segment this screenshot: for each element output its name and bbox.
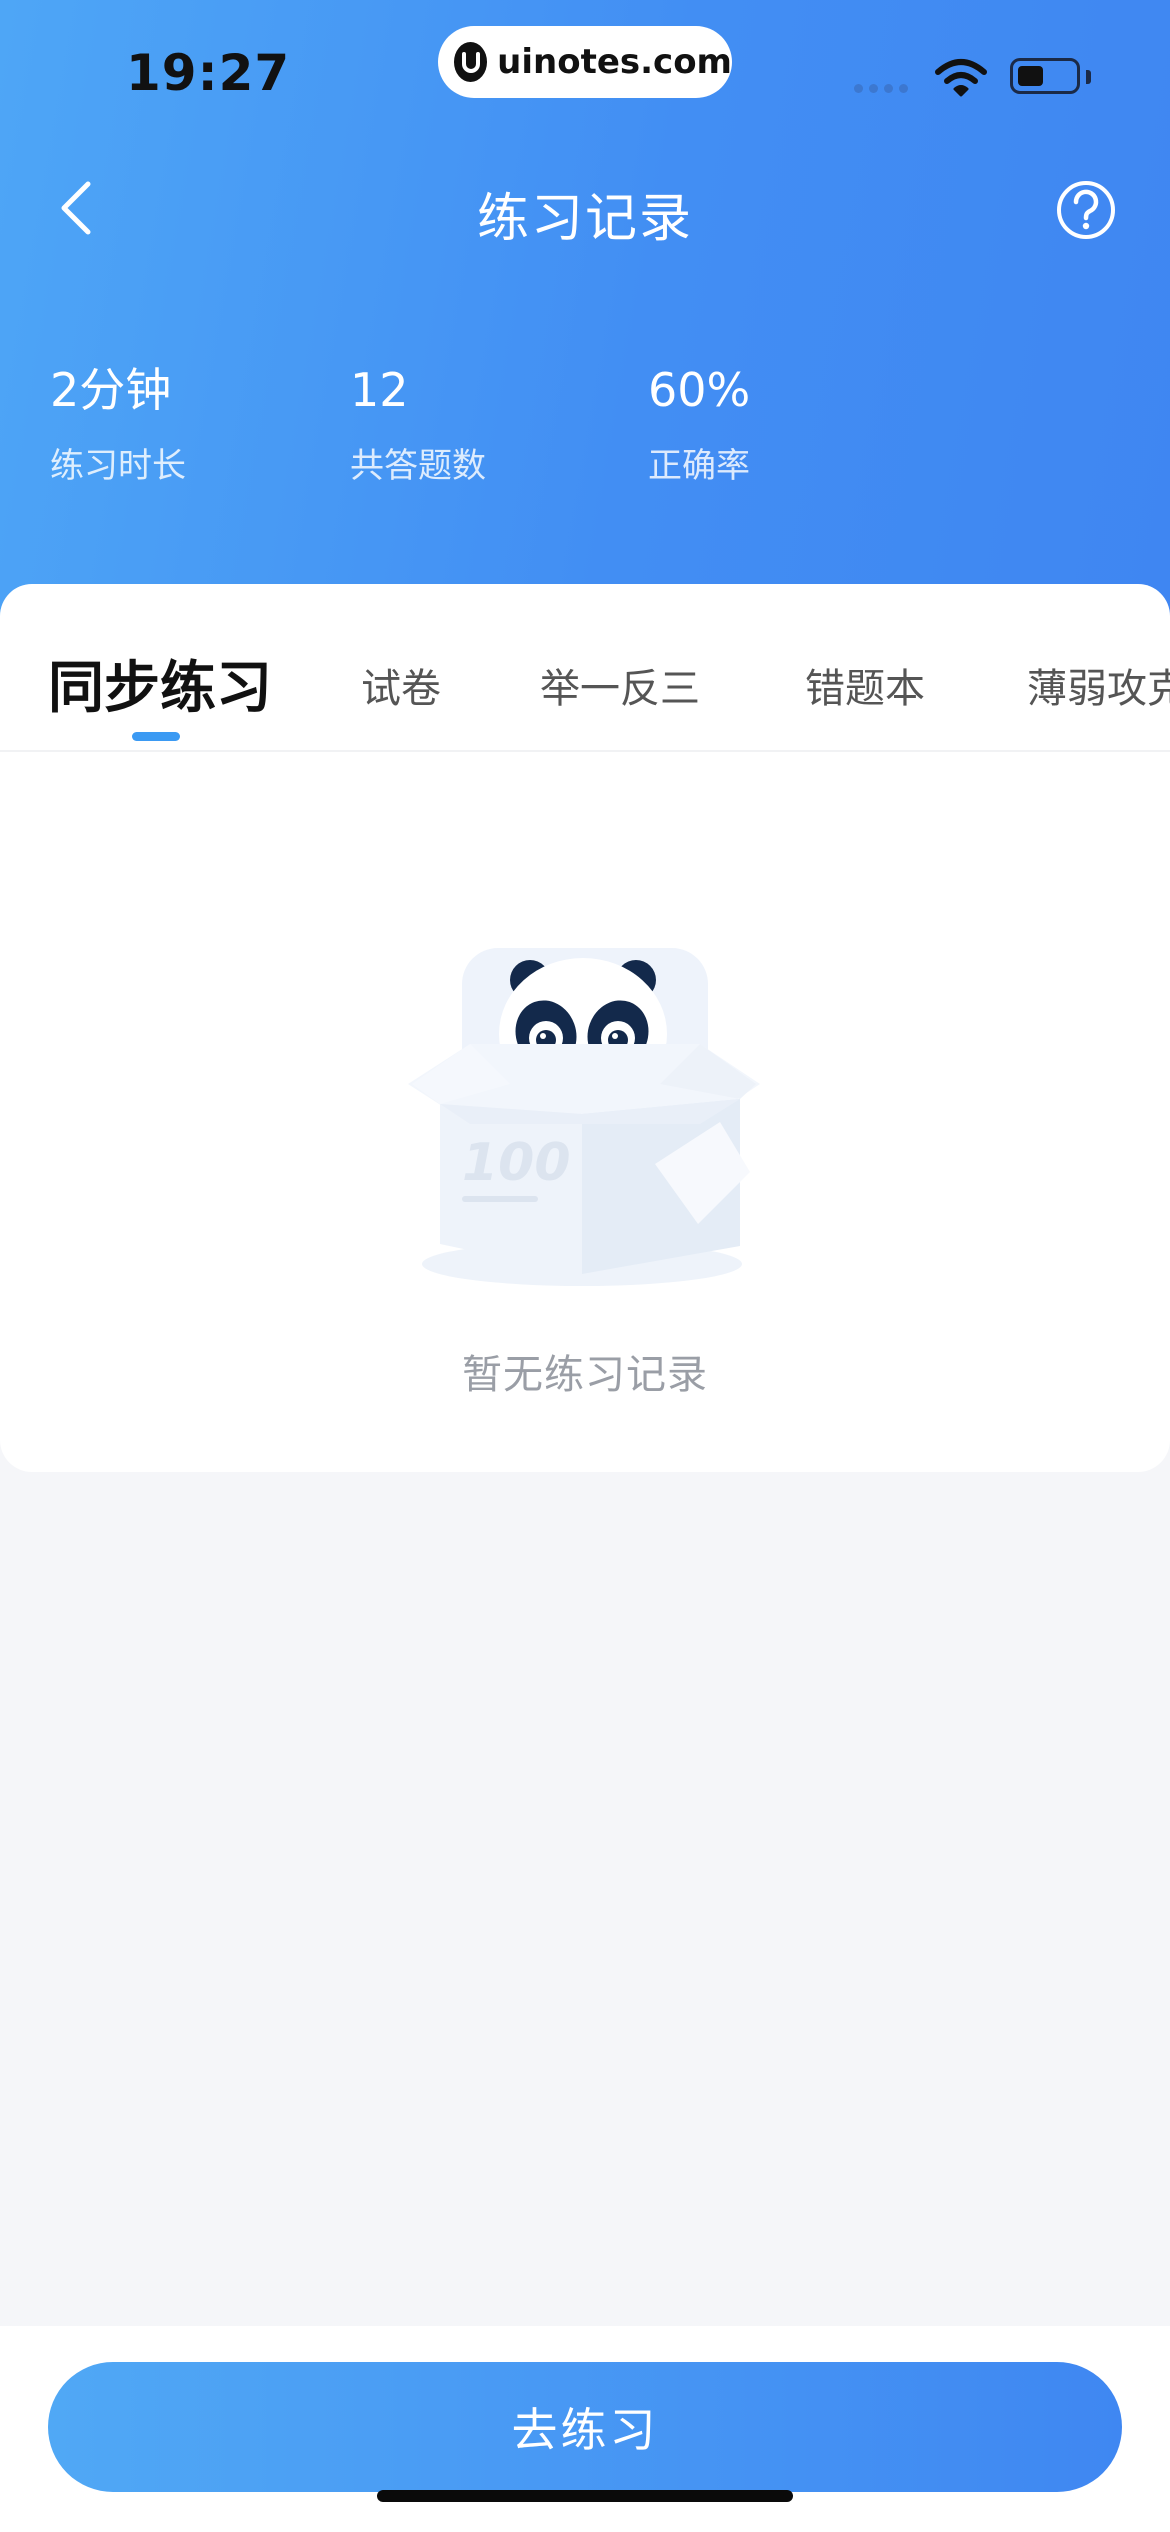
battery-icon <box>1010 58 1080 94</box>
go-practice-button[interactable]: 去练习 <box>48 2362 1122 2492</box>
cellular-signal-icon <box>854 84 908 93</box>
watermark-text: uinotes.com <box>497 42 732 82</box>
stat-answered-count: 12 共答题数 <box>350 360 486 487</box>
watermark-badge: uinotes.com <box>438 26 732 98</box>
tab-extend-practice[interactable]: 举一反三 <box>540 644 700 734</box>
records-card: 同步练习 试卷 举一反三 错题本 薄弱攻克 100 暂无练习记录 <box>0 584 1170 1472</box>
empty-state-message: 暂无练习记录 <box>462 1352 708 1398</box>
stat-accuracy: 60% 正确率 <box>648 360 750 487</box>
stat-practice-duration: 2分钟 练习时长 <box>50 360 186 487</box>
empty-box-panda-illustration: 100 <box>408 948 760 1286</box>
stat-value: 12 <box>350 363 409 417</box>
active-tab-indicator <box>132 732 180 741</box>
question-circle-icon[interactable] <box>1054 178 1118 242</box>
stat-label: 正确率 <box>648 446 750 486</box>
watermark-logo-icon <box>454 42 488 82</box>
stat-label: 练习时长 <box>50 446 186 486</box>
stat-value: 60% <box>648 363 751 417</box>
stat-value: 2分钟 <box>50 363 172 417</box>
status-time: 19:27 <box>126 44 291 102</box>
home-indicator <box>377 2490 793 2502</box>
tab-weak-points[interactable]: 薄弱攻克 <box>1027 644 1170 734</box>
wifi-icon <box>935 59 987 97</box>
tab-bar: 同步练习 试卷 举一反三 错题本 薄弱攻克 <box>0 644 1170 734</box>
page-title: 练习记录 <box>476 189 693 249</box>
tab-divider <box>0 750 1170 752</box>
tab-sync-practice[interactable]: 同步练习 <box>48 644 272 734</box>
stat-label: 共答题数 <box>350 446 486 486</box>
tab-wrong-questions[interactable]: 错题本 <box>805 644 925 734</box>
box-mark-text: 100 <box>462 1133 571 1193</box>
tab-papers[interactable]: 试卷 <box>361 644 441 734</box>
battery-tip <box>1086 70 1091 84</box>
